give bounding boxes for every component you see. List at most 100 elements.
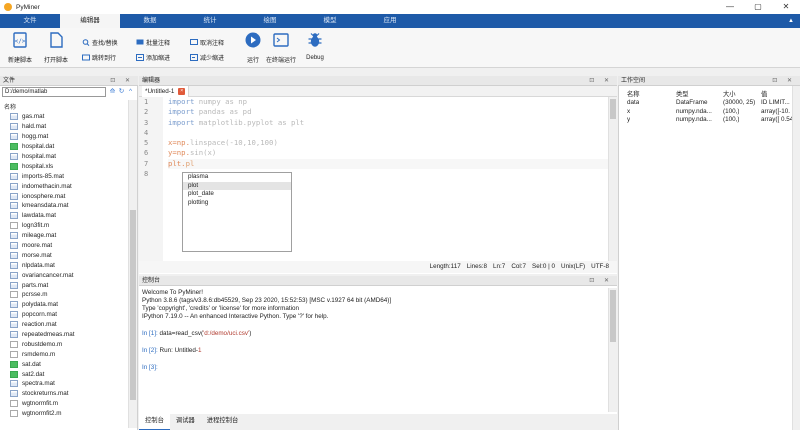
menu-tab-editor[interactable]: 编辑器 <box>60 14 120 28</box>
file-item[interactable]: nlpdata.mat <box>10 260 126 270</box>
file-item[interactable]: parts.mat <box>10 280 126 290</box>
completion-item[interactable]: plasma <box>183 173 291 182</box>
console-input-3[interactable]: In [3]: <box>142 364 158 371</box>
editor-panel-controls[interactable]: ⊡ ✕ <box>589 76 613 86</box>
file-item[interactable]: reaction.mat <box>10 320 126 330</box>
autocomplete-popup[interactable]: plasma plot plot_date plotting <box>182 172 292 252</box>
parent-dir-icon[interactable]: ^ <box>126 87 135 97</box>
ws-col-type[interactable]: 类型 <box>676 89 689 98</box>
file-item[interactable]: polydata.mat <box>10 300 126 310</box>
file-item[interactable]: lawdata.mat <box>10 211 126 221</box>
code-line[interactable]: y=np.sin(x) <box>168 148 614 158</box>
menu-tab-stats[interactable]: 统计 <box>180 14 240 28</box>
folder-up-icon[interactable]: ⟰ <box>108 87 117 97</box>
file-item[interactable]: mileage.mat <box>10 231 126 241</box>
find-replace-button[interactable]: 查找/替换 <box>82 38 118 47</box>
file-item[interactable]: ovariancancer.mat <box>10 270 126 280</box>
ws-col-name[interactable]: 名称 <box>627 89 640 98</box>
add-indent-button[interactable]: 添加缩进 <box>136 53 170 62</box>
file-item[interactable]: pcrsse.m <box>10 290 126 300</box>
file-item[interactable]: hospital.xls <box>10 161 126 171</box>
editor-tab-untitled-1[interactable]: *Untitled-1 × <box>142 86 190 97</box>
file-item[interactable]: morse.mat <box>10 250 126 260</box>
ws-col-size[interactable]: 大小 <box>723 89 736 98</box>
menu-tab-model[interactable]: 模型 <box>300 14 360 28</box>
file-name: kmeansdata.mat <box>22 202 69 210</box>
code-area[interactable]: import numpy as np import pandas as pd imp… <box>168 97 614 179</box>
code-line[interactable]: import numpy as np <box>168 97 614 107</box>
maximize-button[interactable]: ▢ <box>744 0 772 14</box>
tab-debugger[interactable]: 调试器 <box>170 414 201 430</box>
file-item[interactable]: rsmdemo.m <box>10 349 126 359</box>
code-line[interactable]: import matplotlib.pyplot as plt <box>168 118 614 128</box>
code-line[interactable]: import pandas as pd <box>168 107 614 117</box>
workspace-scrollbar[interactable] <box>792 86 800 430</box>
ws-col-value[interactable]: 值 <box>761 89 767 98</box>
file-scroll-thumb[interactable] <box>130 210 136 400</box>
console-scrollbar[interactable] <box>608 288 617 412</box>
debug-button[interactable]: Debug <box>306 31 324 61</box>
new-script-button[interactable]: </> 新建脚本 <box>8 31 32 64</box>
file-item[interactable]: popcorn.mat <box>10 310 126 320</box>
file-list-scrollbar[interactable] <box>128 100 137 428</box>
editor-panel-header: 编辑器 ⊡ ✕ <box>139 76 617 86</box>
completion-item[interactable]: plotting <box>183 199 291 208</box>
file-item[interactable]: sat2.dat <box>10 369 126 379</box>
menu-tab-file[interactable]: 文件 <box>0 14 60 28</box>
file-item[interactable]: gas.mat <box>10 112 126 122</box>
file-item[interactable]: kmeansdata.mat <box>10 201 126 211</box>
file-item[interactable]: spectra.mat <box>10 379 126 389</box>
file-item[interactable]: wgtnormfit2.m <box>10 409 126 419</box>
close-tab-icon[interactable]: × <box>178 87 186 95</box>
console-panel-controls[interactable]: ⊡ ✕ <box>589 276 613 286</box>
search-icon <box>82 39 90 46</box>
file-item[interactable]: robustdemo.m <box>10 339 126 349</box>
reduce-indent-button[interactable]: 减少缩进 <box>190 53 224 62</box>
file-item[interactable]: hogg.mat <box>10 132 126 142</box>
run-button[interactable]: 运行 <box>244 31 262 64</box>
close-button[interactable]: ✕ <box>772 0 800 14</box>
file-item[interactable]: logn3fit.m <box>10 221 126 231</box>
tab-console[interactable]: 控制台 <box>139 414 170 430</box>
goto-line-button[interactable]: 跳转到行 <box>82 53 116 62</box>
batch-comment-button[interactable]: 批量注释 <box>136 38 170 47</box>
console-scroll-thumb[interactable] <box>610 290 616 342</box>
uncomment-button[interactable]: 取消注释 <box>190 38 224 47</box>
ribbon-collapse-button[interactable]: ▲ <box>788 14 794 28</box>
open-script-button[interactable]: 打开脚本 <box>44 31 68 64</box>
ws-var-size: (100,) <box>723 116 740 123</box>
file-item[interactable]: hald.mat <box>10 122 126 132</box>
file-item[interactable]: hospital.dat <box>10 142 126 152</box>
workspace-panel-controls[interactable]: ⊡ ✕ <box>772 76 796 86</box>
run-in-terminal-button[interactable]: 在终端运行 <box>266 31 296 64</box>
file-name-column-header[interactable]: 名称 <box>4 102 16 111</box>
file-item[interactable]: indomethacin.mat <box>10 181 126 191</box>
file-item[interactable]: repeatedmeas.mat <box>10 330 126 340</box>
file-list: gas.mat hald.mat hogg.mat hospital.dat hospi… <box>10 112 126 419</box>
console-python-version: Python 3.8.6 (tags/v3.8.6:db45529, Sep 2… <box>142 297 392 304</box>
code-line[interactable]: x=np.linspace(-10,10,100) <box>168 138 614 148</box>
code-line[interactable] <box>168 128 614 138</box>
file-item[interactable]: sat.dat <box>10 359 126 369</box>
console-output[interactable]: Welcome To PyMiner! Python 3.8.6 (tags/v… <box>139 286 617 414</box>
file-name: stockreturns.mat <box>22 390 69 398</box>
editor-scrollbar[interactable] <box>608 97 617 261</box>
file-item[interactable]: moore.mat <box>10 241 126 251</box>
file-item[interactable]: ionosphere.mat <box>10 191 126 201</box>
file-item[interactable]: wgtnormfit.m <box>10 399 126 409</box>
completion-item[interactable]: plot_date <box>183 190 291 199</box>
file-item[interactable]: imports-85.mat <box>10 171 126 181</box>
file-panel-controls[interactable]: ⊡ ✕ <box>110 76 134 86</box>
editor-scroll-thumb[interactable] <box>610 99 616 119</box>
minimize-button[interactable]: — <box>716 0 744 14</box>
file-item[interactable]: stockreturns.mat <box>10 389 126 399</box>
tab-process-console[interactable]: 进程控制台 <box>201 414 244 430</box>
menu-tab-data[interactable]: 数据 <box>120 14 180 28</box>
menu-tab-apps[interactable]: 应用 <box>360 14 420 28</box>
refresh-icon[interactable]: ↻ <box>117 87 126 97</box>
file-item[interactable]: hospital.mat <box>10 152 126 162</box>
code-line[interactable]: plt.pl <box>168 158 614 170</box>
path-input[interactable]: D:/demo/matlab <box>2 87 106 97</box>
completion-item[interactable]: plot <box>183 181 291 191</box>
menu-tab-plot[interactable]: 绘图 <box>240 14 300 28</box>
